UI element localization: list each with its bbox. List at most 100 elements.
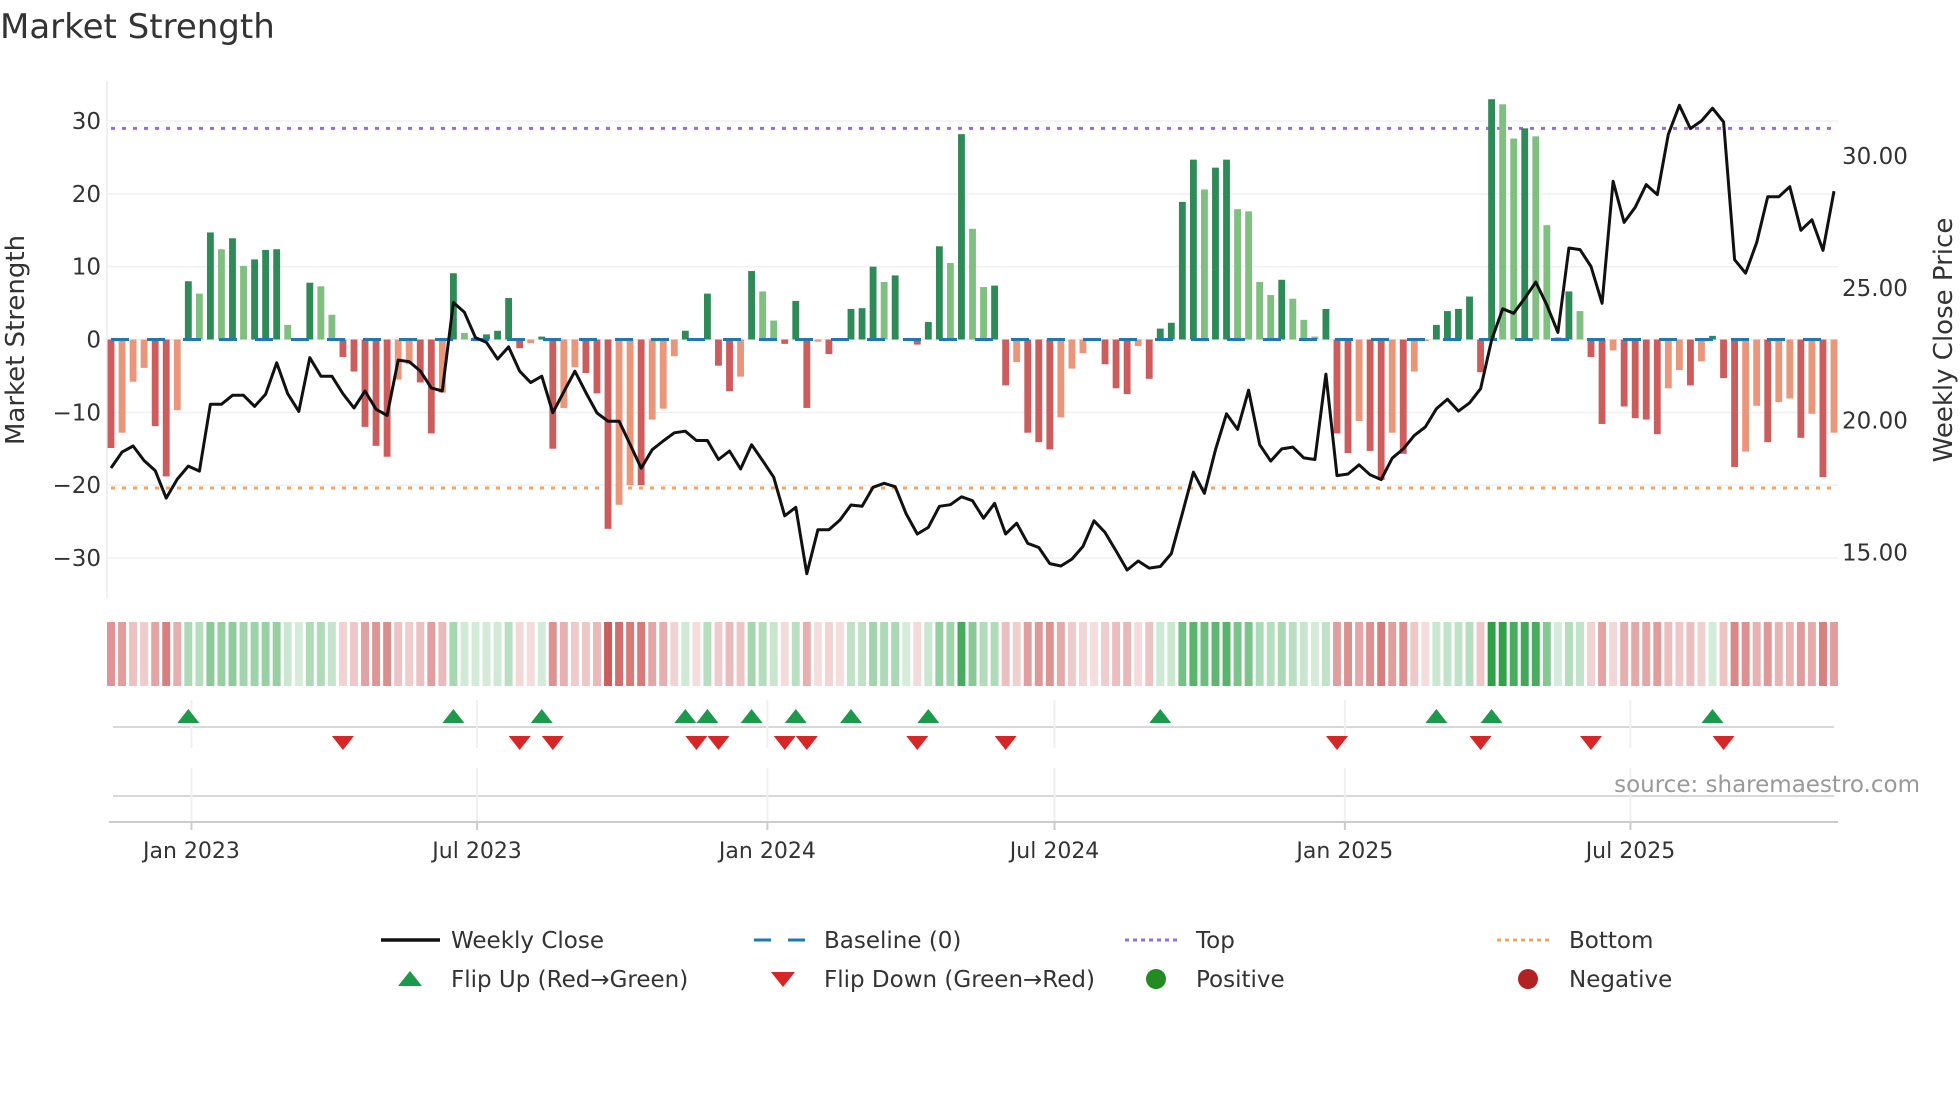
strip-cell <box>1741 622 1750 686</box>
strength-bar <box>1013 339 1021 363</box>
strip-cell <box>581 622 590 686</box>
strip-cell <box>869 622 878 686</box>
strip-cell <box>1752 622 1761 686</box>
strength-bar <box>1698 339 1705 362</box>
strength-bar <box>1322 308 1330 340</box>
strength-bar <box>1587 339 1595 357</box>
strength-bar <box>1289 298 1297 340</box>
x-tick-label: Jan 2025 <box>1294 839 1393 864</box>
flip-up-marker <box>530 709 553 723</box>
flip-down-marker <box>795 736 818 750</box>
strip-cell <box>957 622 966 686</box>
strip-cell <box>847 622 855 686</box>
strip-cell <box>946 622 955 686</box>
strip-cell <box>327 622 336 686</box>
strength-bar <box>1388 339 1396 433</box>
strength-bar <box>1167 322 1175 340</box>
flip-up-marker <box>1480 709 1503 723</box>
strip-cell <box>604 622 612 686</box>
flip-up-marker <box>840 709 863 723</box>
strength-bar <box>184 281 192 340</box>
strip-cell <box>1299 622 1308 686</box>
strip-cell <box>338 622 347 686</box>
strength-bar <box>1256 281 1264 340</box>
strength-bar <box>118 339 126 433</box>
x-axis: Jan 2023 Jul 2023 Jan 2024 Jul 2024 Jan 2025… <box>109 821 1838 864</box>
strip-cell <box>1432 622 1441 686</box>
strip-cell <box>195 622 204 686</box>
strip-cell <box>250 622 259 686</box>
flip-up-marker <box>784 709 807 723</box>
strength-bar <box>969 228 976 340</box>
strength-bar <box>1410 339 1418 372</box>
strip-cell <box>118 622 127 686</box>
strip-cell <box>1123 622 1132 686</box>
strip-cell <box>1807 622 1816 686</box>
strip-cell <box>681 622 690 686</box>
strip-cell <box>990 622 999 686</box>
legend-item-flip-down-green-red: Flip Down (Green→Red) <box>771 967 1095 993</box>
y-tick-label: −30 <box>52 546 101 572</box>
strength-bar <box>284 324 292 340</box>
strength-bar <box>1035 339 1043 443</box>
strength-bar <box>1024 339 1032 433</box>
strip-cell <box>703 622 712 686</box>
strip-cell <box>1697 622 1706 686</box>
strip-cell <box>802 622 811 686</box>
strip-cell <box>548 622 557 686</box>
strength-bar <box>273 249 281 340</box>
strength-bar <box>1300 319 1308 340</box>
strip-cell <box>824 622 833 686</box>
strip-cell <box>1333 622 1341 686</box>
strip-cell <box>305 622 314 686</box>
strength-bar <box>958 134 965 340</box>
strength-bar <box>240 265 247 340</box>
flip-down-marker <box>994 736 1017 750</box>
legend-item-flip-up-red-green: Flip Up (Red→Green) <box>398 967 688 993</box>
strip-cell <box>1564 622 1573 686</box>
flip-markers-panel <box>113 700 1834 822</box>
strip-cell <box>460 622 469 686</box>
strip-cell <box>405 622 414 686</box>
strip-cell <box>1818 622 1827 686</box>
strength-bar <box>262 249 270 340</box>
strip-cell <box>1344 622 1353 686</box>
strength-bar <box>1786 339 1794 399</box>
strength-bar <box>648 339 656 420</box>
strength-bar <box>1598 339 1606 424</box>
strength-bar <box>218 249 225 340</box>
y-tick-label: 10 <box>72 255 101 281</box>
strength-bar <box>1444 311 1451 340</box>
flip-down-marker <box>773 736 796 750</box>
strength-bar <box>858 308 866 340</box>
strength-heat-strip <box>107 622 1838 686</box>
strip-cell <box>935 622 944 686</box>
strip-cell <box>515 622 524 686</box>
strip-cell <box>438 622 447 686</box>
strength-bar <box>924 322 932 340</box>
strip-cell <box>1377 622 1386 686</box>
strip-cell <box>361 622 370 686</box>
strength-bar <box>814 339 822 342</box>
strength-bar <box>1002 339 1010 386</box>
strip-cell <box>1321 622 1330 686</box>
strip-cell <box>637 622 646 686</box>
strength-bar <box>1609 339 1617 351</box>
strength-bar <box>461 332 468 340</box>
strength-bar <box>946 263 954 340</box>
strip-cell <box>294 622 303 686</box>
source-credit: source: sharemaestro.com <box>1614 772 1920 798</box>
strength-bar <box>781 339 789 344</box>
x-tick-label: Jan 2023 <box>141 839 240 864</box>
strength-bar <box>1620 339 1628 407</box>
strength-bar <box>726 339 733 392</box>
strength-bar <box>571 339 579 368</box>
strip-cell <box>272 622 281 686</box>
strength-bar <box>251 259 259 340</box>
strength-bar <box>792 300 800 340</box>
strip-cell <box>1388 622 1397 686</box>
circle-icon <box>1146 969 1166 989</box>
strip-cell <box>1664 622 1673 686</box>
strip-cell <box>1509 622 1518 686</box>
strength-bar <box>306 282 314 340</box>
